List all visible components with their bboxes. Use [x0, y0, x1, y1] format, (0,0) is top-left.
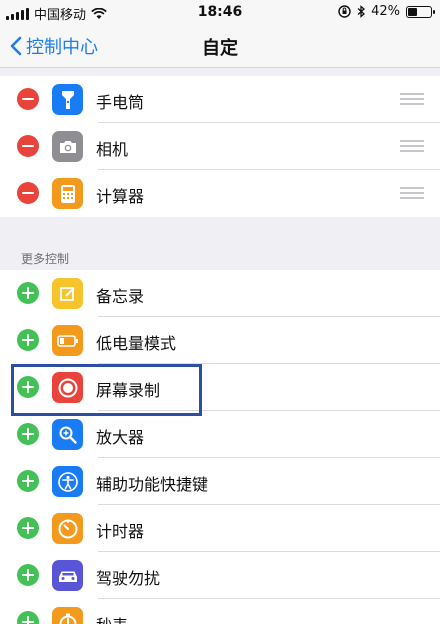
camera-icon: [52, 131, 83, 162]
row-label: 放大器: [96, 428, 145, 447]
add-button[interactable]: [17, 470, 39, 492]
row-label: 相机: [96, 140, 129, 159]
accessibility-icon: [52, 466, 83, 497]
navigation-bar: 控制中心 自定: [0, 24, 440, 68]
list-item-calculator: 计算器: [0, 170, 440, 217]
remove-button[interactable]: [17, 182, 39, 204]
car-icon: [52, 560, 83, 591]
orientation-lock-icon: [338, 5, 351, 18]
list-item-stopwatch: 秒表: [0, 599, 440, 624]
row-label: 备忘录: [96, 287, 145, 306]
remove-button[interactable]: [17, 88, 39, 110]
row-label: 辅助功能快捷键: [96, 475, 209, 494]
add-button[interactable]: [17, 282, 39, 304]
section-header: 更多控制: [21, 252, 70, 266]
notes-icon: [52, 278, 83, 309]
reorder-handle-icon[interactable]: [400, 93, 424, 105]
row-label: 手电筒: [96, 93, 145, 112]
list-item-timer: 计时器: [0, 505, 440, 552]
add-button[interactable]: [17, 517, 39, 539]
bluetooth-icon: [357, 5, 366, 18]
scrolled-section-gap: [0, 69, 440, 75]
magnifier-icon: [52, 419, 83, 450]
list-item-camera: 相机: [0, 123, 440, 170]
more-controls-list: 备忘录 低电量模式 屏幕录制 放大器 辅助功能快捷键 计时器 驾驶勿扰: [0, 270, 440, 624]
reorder-handle-icon[interactable]: [400, 140, 424, 152]
battery-fill: [408, 7, 417, 16]
remove-button[interactable]: [17, 135, 39, 157]
included-controls-list: 手电筒 相机 计算器: [0, 76, 440, 217]
highlight-annotation: [11, 364, 202, 416]
row-label: 秒表: [96, 612, 128, 624]
list-item-magnifier: 放大器: [0, 411, 440, 458]
battery-icon: [406, 5, 435, 18]
battery-percent: 42%: [371, 4, 400, 19]
timer-icon: [52, 513, 83, 544]
list-item-accessibility-shortcut: 辅助功能快捷键: [0, 458, 440, 505]
status-bar: 中国移动 18:46 42%: [0, 0, 440, 24]
stopwatch-icon: [52, 607, 83, 624]
reorder-handle-icon[interactable]: [400, 187, 424, 199]
row-label: 驾驶勿扰: [96, 569, 161, 588]
row-label: 计算器: [96, 187, 145, 206]
list-item-low-power: 低电量模式: [0, 317, 440, 364]
row-label: 低电量模式: [96, 334, 177, 353]
calculator-icon: [52, 178, 83, 209]
battery-icon: [52, 325, 83, 356]
flashlight-icon: [52, 84, 83, 115]
row-label: 计时器: [96, 522, 145, 541]
add-button[interactable]: [17, 329, 39, 351]
add-button[interactable]: [17, 423, 39, 445]
add-button[interactable]: [17, 564, 39, 586]
list-item-notes: 备忘录: [0, 270, 440, 317]
list-item-flashlight: 手电筒: [0, 76, 440, 123]
page-title: 自定: [202, 38, 238, 59]
list-item-do-not-disturb-driving: 驾驶勿扰: [0, 552, 440, 599]
status-right: 42%: [338, 4, 435, 19]
add-button[interactable]: [17, 611, 39, 624]
